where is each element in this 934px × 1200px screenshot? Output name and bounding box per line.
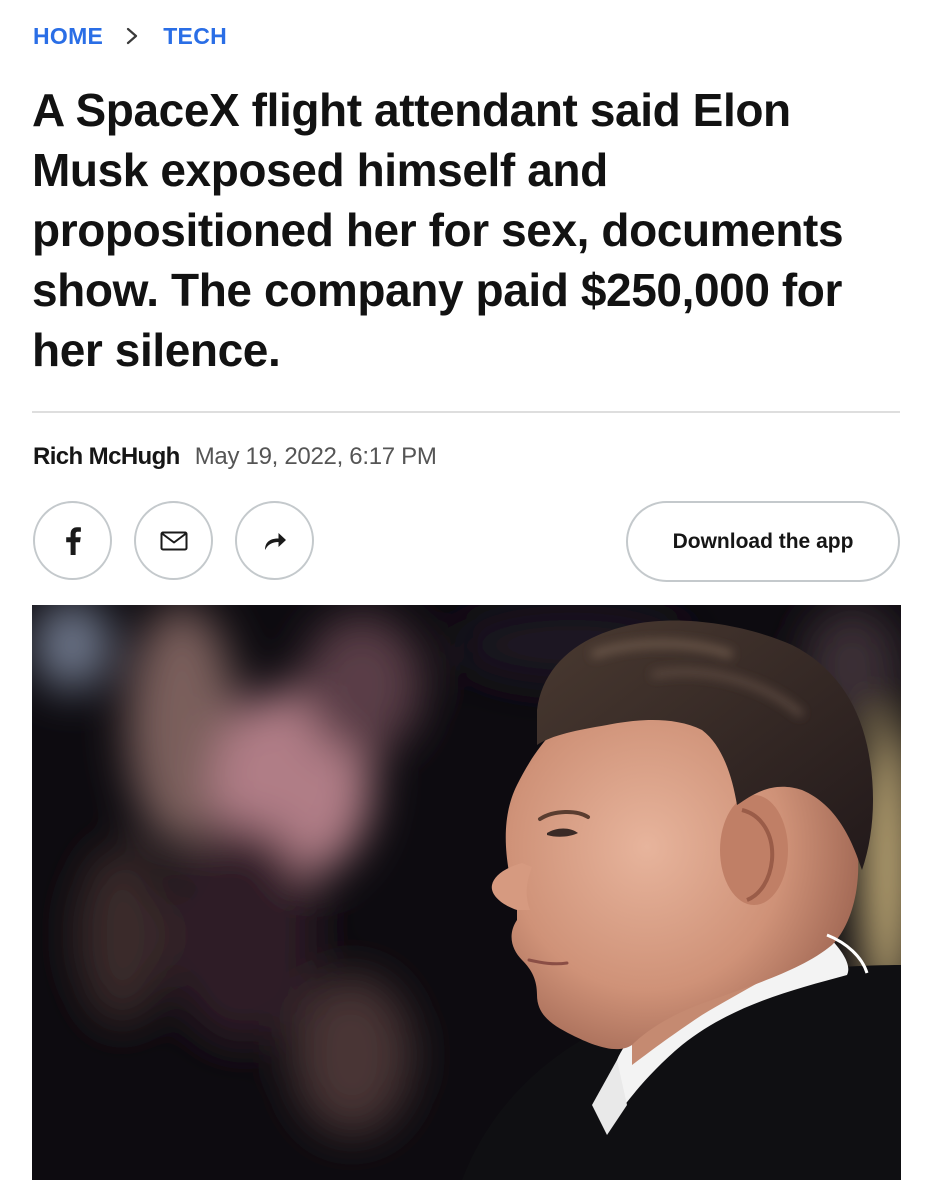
facebook-icon (63, 526, 83, 556)
hero-photo (32, 605, 901, 1180)
article-headline: A SpaceX flight attendant said Elon Musk… (32, 84, 844, 376)
mail-icon (160, 531, 188, 551)
share-email-button[interactable] (134, 501, 213, 580)
share-more-button[interactable] (235, 501, 314, 580)
breadcrumb-home-link[interactable]: HOME (33, 23, 103, 50)
chevron-right-icon (125, 26, 139, 46)
share-arrow-icon (261, 529, 289, 553)
breadcrumb-tech-link[interactable]: TECH (163, 23, 227, 50)
download-app-button[interactable]: Download the app (626, 501, 900, 582)
article-page: HOME TECH A SpaceX flight attendant said… (0, 0, 934, 1200)
breadcrumb: HOME TECH (33, 20, 227, 52)
hero-image[interactable] (32, 605, 901, 1180)
share-facebook-button[interactable] (33, 501, 112, 580)
publish-date: May 19, 2022, 6:17 PM (194, 443, 437, 470)
byline: Rich McHugh May 19, 2022, 6:17 PM (33, 443, 437, 471)
divider (32, 411, 900, 413)
author-name[interactable]: Rich McHugh (33, 443, 180, 471)
